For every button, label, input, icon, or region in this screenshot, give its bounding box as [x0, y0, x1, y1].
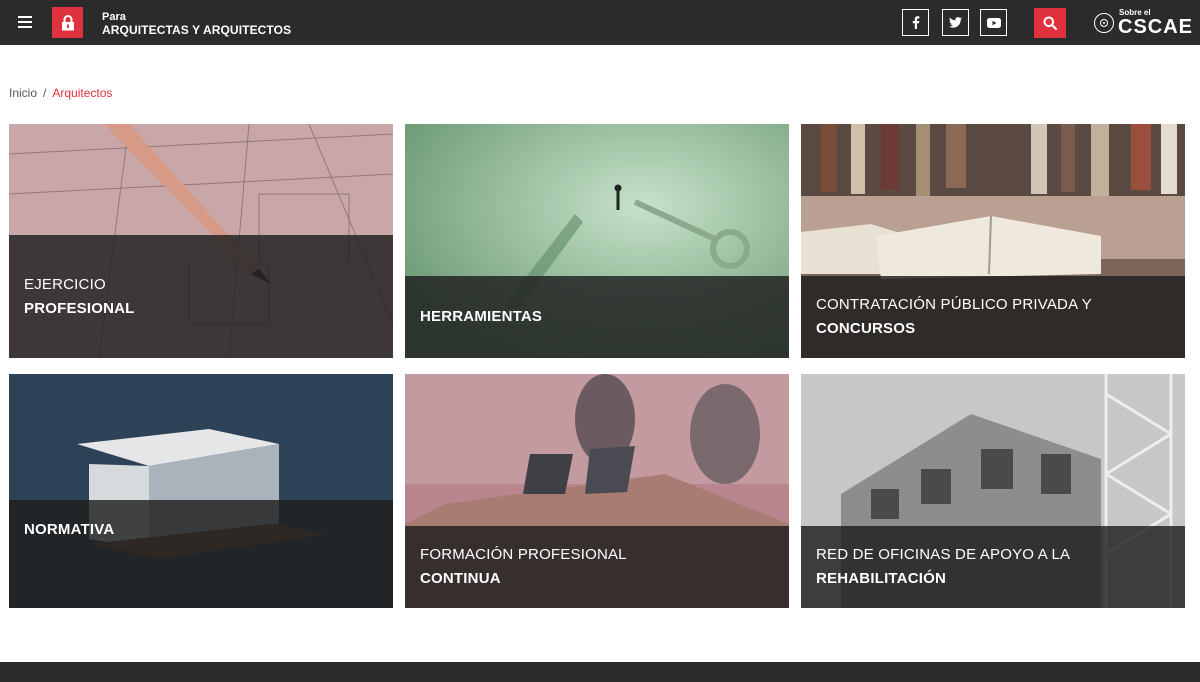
cscae-logo-link[interactable]: Sobre el CSCAE [1094, 8, 1193, 38]
footer [0, 662, 1200, 682]
tile-line1: EJERCICIO [24, 275, 106, 293]
tile-line2: NORMATIVA [24, 521, 115, 538]
audience-selector[interactable]: Para ARQUITECTAS Y ARQUITECTOS [102, 11, 291, 37]
breadcrumb: Inicio / Arquitectos [9, 86, 112, 100]
tile-label: NORMATIVA [9, 500, 393, 608]
top-navbar: Para ARQUITECTAS Y ARQUITECTOS Sobre el … [0, 0, 1200, 45]
tile-ejercicio-profesional[interactable]: EJERCICIO PROFESIONAL [9, 124, 393, 358]
hamburger-menu-icon[interactable] [14, 11, 36, 33]
tile-line2: CONCURSOS [816, 320, 916, 337]
tile-label: HERRAMIENTAS [405, 276, 789, 358]
tile-line2: CONTINUA [420, 570, 501, 587]
breadcrumb-current: Arquitectos [52, 86, 113, 100]
tile-label: RED DE OFICINAS DE APOYO A LA REHABILITA… [801, 526, 1185, 608]
twitter-button[interactable] [942, 9, 969, 36]
youtube-button[interactable] [980, 9, 1007, 36]
brand-name: CSCAE [1118, 16, 1194, 38]
search-icon [1043, 16, 1057, 30]
tile-red-oficinas-rehabilitacion[interactable]: RED DE OFICINAS DE APOYO A LA REHABILITA… [801, 374, 1185, 608]
youtube-icon [986, 17, 1001, 28]
tile-line2: REHABILITACIÓN [816, 570, 947, 587]
brand-text: Sobre el CSCAE [1118, 9, 1194, 38]
seal-icon [1094, 13, 1114, 33]
tile-line2: HERRAMIENTAS [420, 308, 543, 325]
login-button[interactable] [52, 7, 83, 38]
lock-icon [61, 14, 74, 30]
breadcrumb-separator: / [43, 86, 47, 100]
tile-herramientas[interactable]: HERRAMIENTAS [405, 124, 789, 358]
tile-line1: FORMACIÓN PROFESIONAL [420, 546, 627, 563]
tile-line1: RED DE OFICINAS DE APOYO A LA [816, 546, 1071, 563]
tile-contratacion-concursos[interactable]: CONTRATACIÓN PÚBLICO PRIVADA Y CONCURSOS [801, 124, 1185, 358]
tile-label: FORMACIÓN PROFESIONAL CONTINUA [405, 526, 789, 608]
tile-line2: PROFESIONAL [24, 299, 135, 317]
tile-label: CONTRATACIÓN PÚBLICO PRIVADA Y CONCURSOS [801, 276, 1185, 358]
tile-label: EJERCICIO PROFESIONAL [9, 235, 393, 358]
facebook-button[interactable] [902, 9, 929, 36]
search-button[interactable] [1034, 8, 1066, 38]
breadcrumb-home[interactable]: Inicio [9, 86, 37, 100]
tile-formacion-continua[interactable]: FORMACIÓN PROFESIONAL CONTINUA [405, 374, 789, 608]
audience-title: ARQUITECTAS Y ARQUITECTOS [102, 23, 292, 37]
tile-normativa[interactable]: NORMATIVA [9, 374, 393, 608]
facebook-icon [912, 16, 919, 29]
twitter-icon [949, 17, 962, 28]
tile-line1: CONTRATACIÓN PÚBLICO PRIVADA Y [816, 296, 1092, 313]
